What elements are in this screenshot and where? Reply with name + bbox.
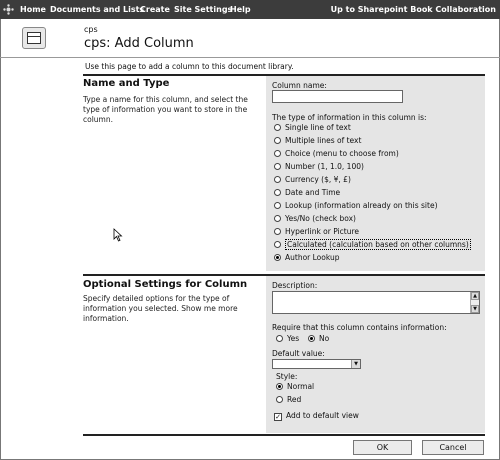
- style-label: Style:: [276, 372, 298, 381]
- top-nav-bar: Home Documents and Lists Create Site Set…: [0, 0, 500, 19]
- nav-help-link[interactable]: Help: [230, 5, 251, 14]
- header-divider: [0, 57, 500, 58]
- radio-icon[interactable]: [276, 335, 283, 342]
- radio-icon[interactable]: [274, 176, 281, 183]
- footer-divider: [83, 434, 485, 436]
- radio-selected-icon[interactable]: [276, 383, 283, 390]
- require-no-option[interactable]: No: [308, 334, 329, 343]
- radio-icon[interactable]: [274, 150, 281, 157]
- require-yes-option[interactable]: Yes: [276, 334, 299, 343]
- document-library-icon: [22, 27, 46, 49]
- radio-icon[interactable]: [274, 228, 281, 235]
- type-option-multiple-lines[interactable]: Multiple lines of text: [274, 136, 361, 145]
- ok-button[interactable]: OK: [353, 440, 412, 455]
- style-normal-option[interactable]: Normal: [276, 382, 314, 391]
- column-name-label: Column name:: [272, 81, 327, 90]
- radio-icon[interactable]: [274, 163, 281, 170]
- scroll-down-icon[interactable]: ▼: [471, 305, 479, 313]
- add-to-default-view-option[interactable]: ✓ Add to default view: [274, 411, 359, 421]
- section-description: Type a name for this column, and select …: [83, 95, 248, 124]
- type-option-lookup[interactable]: Lookup (information already on this site…: [274, 201, 438, 210]
- name-type-section-fields: Column name: The type of information in …: [266, 76, 485, 271]
- nav-create-link[interactable]: Create: [140, 5, 170, 14]
- style-red-option[interactable]: Red: [276, 395, 301, 404]
- up-to-site-link[interactable]: Up to Sharepoint Book Collaboration: [331, 5, 496, 14]
- optional-section-fields: Description: ▲ ▼ Require that this colum…: [266, 276, 485, 433]
- description-scrollbar[interactable]: ▲ ▼: [470, 292, 479, 313]
- radio-icon[interactable]: [274, 215, 281, 222]
- type-option-calculated[interactable]: Calculated (calculation based on other c…: [274, 239, 471, 250]
- checkbox-checked-icon[interactable]: ✓: [274, 413, 282, 421]
- nav-site-settings-link[interactable]: Site Settings: [174, 5, 232, 14]
- scroll-up-icon[interactable]: ▲: [471, 292, 479, 300]
- radio-icon[interactable]: [276, 396, 283, 403]
- section-description: Specify detailed options for the type of…: [83, 294, 238, 323]
- type-option-choice[interactable]: Choice (menu to choose from): [274, 149, 399, 158]
- description-textarea[interactable]: ▲ ▼: [272, 291, 480, 314]
- description-label: Description:: [272, 281, 318, 290]
- type-label: The type of information in this column i…: [272, 113, 427, 122]
- type-option-date-time[interactable]: Date and Time: [274, 188, 340, 197]
- name-type-section-info: Name and Type Type a name for this colum…: [83, 78, 264, 125]
- optional-section-info: Optional Settings for Column Specify det…: [83, 279, 264, 324]
- type-option-hyperlink[interactable]: Hyperlink or Picture: [274, 227, 359, 236]
- dropdown-arrow-icon[interactable]: ▼: [351, 360, 360, 368]
- intro-text: Use this page to add a column to this do…: [85, 62, 294, 71]
- sharepoint-logo-icon: [3, 4, 14, 15]
- section-title: Optional Settings for Column: [83, 279, 248, 290]
- cancel-button[interactable]: Cancel: [422, 440, 484, 455]
- radio-icon[interactable]: [274, 189, 281, 196]
- type-option-currency[interactable]: Currency ($, ¥, £): [274, 175, 351, 184]
- require-label: Require that this column contains inform…: [272, 323, 447, 332]
- section-title: Name and Type: [83, 78, 170, 89]
- default-value-label: Default value:: [272, 349, 325, 358]
- page-header: cps cps: Add Column: [0, 19, 500, 57]
- type-option-author-lookup[interactable]: Author Lookup: [274, 253, 340, 262]
- radio-icon[interactable]: [274, 202, 281, 209]
- type-option-single-line[interactable]: Single line of text: [274, 123, 351, 132]
- type-option-yes-no[interactable]: Yes/No (check box): [274, 214, 356, 223]
- type-option-number[interactable]: Number (1, 1.0, 100): [274, 162, 364, 171]
- page-title: cps: Add Column: [84, 36, 194, 51]
- nav-documents-and-lists-link[interactable]: Documents and Lists: [50, 5, 144, 14]
- column-name-input[interactable]: [272, 90, 403, 103]
- radio-selected-icon[interactable]: [274, 254, 281, 261]
- radio-icon[interactable]: [274, 124, 281, 131]
- nav-home-link[interactable]: Home: [20, 5, 46, 14]
- radio-icon[interactable]: [274, 241, 281, 248]
- radio-selected-icon[interactable]: [308, 335, 315, 342]
- site-name[interactable]: cps: [84, 25, 98, 34]
- default-value-select[interactable]: ▼: [272, 359, 361, 369]
- radio-icon[interactable]: [274, 137, 281, 144]
- mouse-pointer-icon: [113, 228, 123, 242]
